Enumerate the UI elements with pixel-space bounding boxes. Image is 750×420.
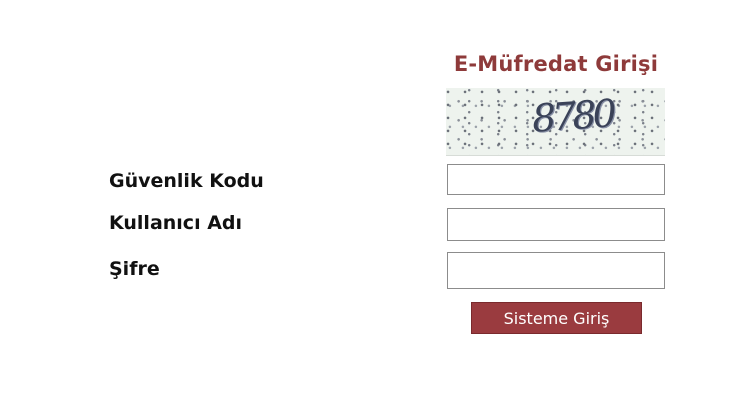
captcha-code: 8780 [530,91,615,141]
security-code-label: Güvenlik Kodu [109,170,264,192]
password-input[interactable] [447,252,665,289]
username-label: Kullanıcı Adı [109,212,243,234]
page-title: E-Müfredat Girişi [453,52,659,76]
password-label: Şifre [109,258,160,280]
captcha-image: 8780 [446,88,665,156]
username-input[interactable] [447,208,665,241]
login-page: E-Müfredat Girişi 8780 Güvenlik Kodu Kul… [0,0,750,420]
security-code-input[interactable] [447,164,665,195]
login-submit-button[interactable]: Sisteme Giriş [471,302,642,334]
